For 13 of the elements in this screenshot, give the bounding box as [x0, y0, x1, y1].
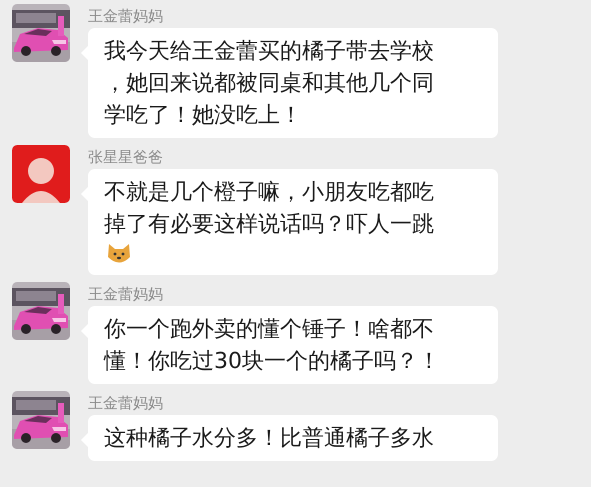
message-text: 你一个跑外卖的懂个锤子！啥都不 — [104, 316, 434, 344]
message-text: 我今天给王金蕾买的橘子带去学校 — [104, 38, 434, 66]
sender-name: 王金蕾妈妈 — [88, 285, 163, 303]
sender-name: 王金蕾妈妈 — [88, 7, 163, 25]
message-text: ，她回来说都被同桌和其他几个同 — [104, 70, 434, 98]
message-text: 这种橘子水分多！比普通橘子多水 — [104, 425, 434, 453]
sender-name: 张星星爸爸 — [88, 148, 163, 166]
message-text: 学吃了！她没吃上！ — [104, 102, 302, 130]
message-text: 掉了有必要这样说话吗？吓人一跳 — [104, 211, 434, 239]
message-text: 懂！你吃过30块一个的橘子吗？！ — [104, 348, 440, 376]
avatar-icon — [12, 145, 70, 203]
message-text: 不就是几个橙子嘛，小朋友吃都吃 — [104, 179, 434, 207]
sender-name: 王金蕾妈妈 — [88, 394, 163, 412]
